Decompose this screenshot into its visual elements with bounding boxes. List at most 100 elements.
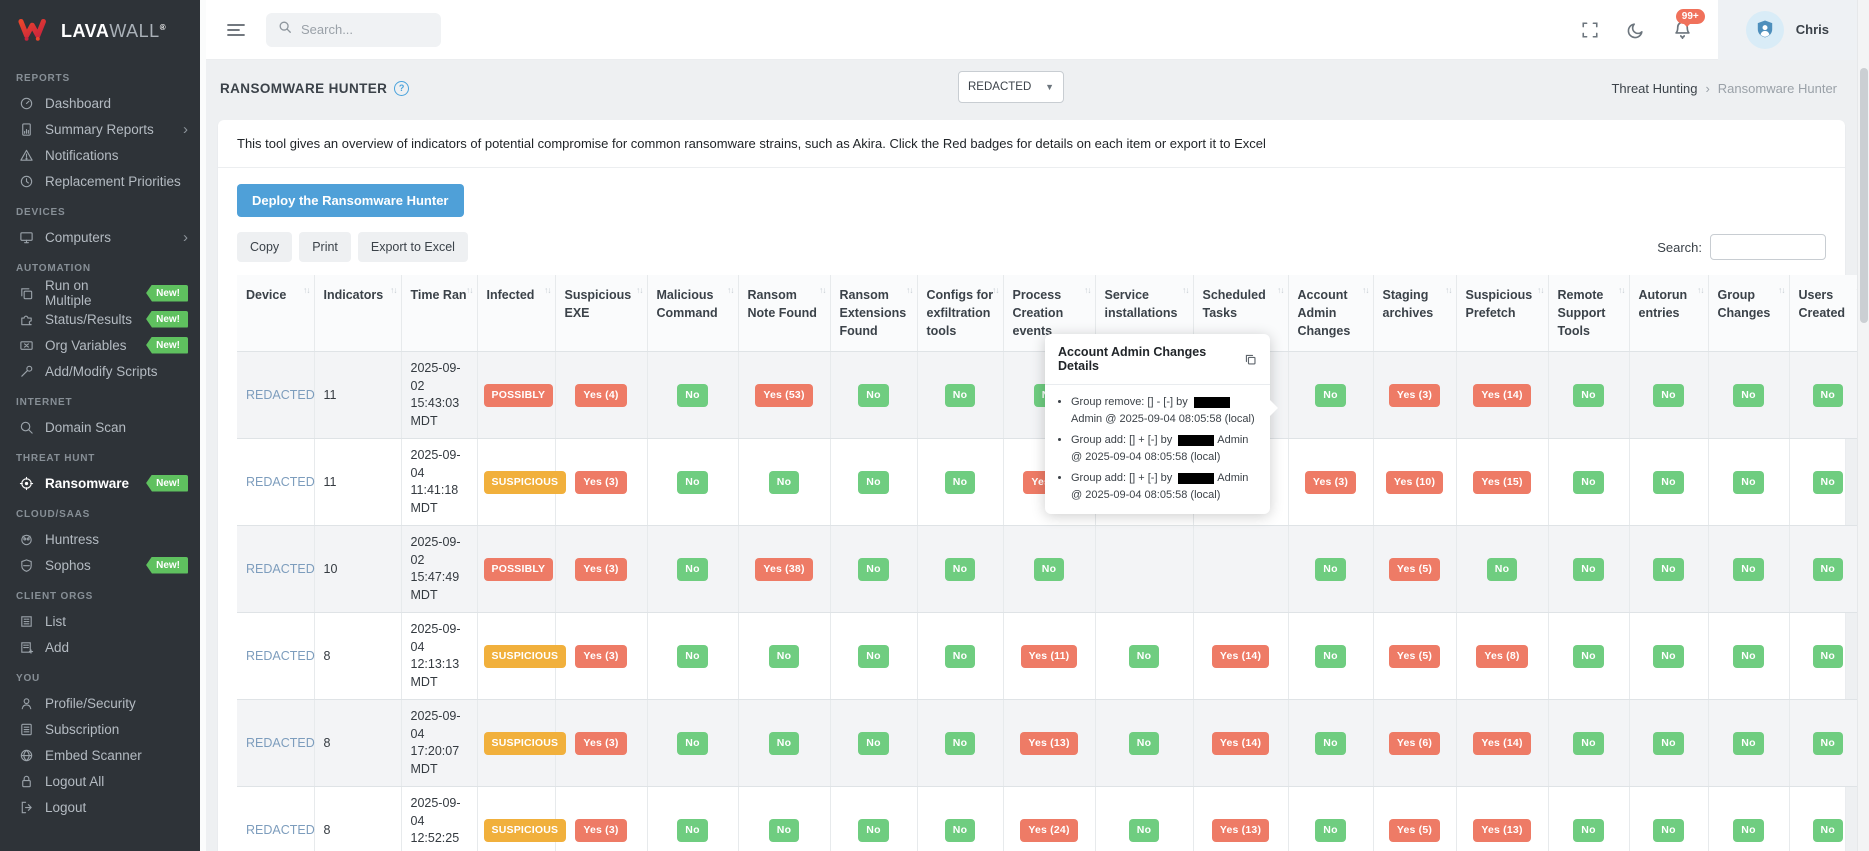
status-badge[interactable]: No	[1812, 819, 1843, 842]
sort-icon[interactable]: ↑↓	[1445, 284, 1452, 296]
copy-icon[interactable]	[1244, 353, 1257, 366]
sidebar-item-subscription[interactable]: Subscription	[0, 716, 200, 742]
sidebar-item-logout[interactable]: Logout	[0, 794, 200, 820]
column-header-time-ran[interactable]: Time Ran ↑↓	[401, 275, 478, 353]
dark-mode-moon-icon[interactable]	[1627, 21, 1645, 39]
device-link[interactable]: REDACTED	[246, 649, 315, 663]
status-badge[interactable]: No	[944, 819, 976, 842]
sort-icon[interactable]: ↑↓	[1084, 284, 1091, 296]
column-header-users-created[interactable]: Users Created↑↓	[1789, 275, 1866, 353]
notifications-bell-icon[interactable]: 99+	[1673, 9, 1705, 39]
sort-icon[interactable]: ↑↓	[636, 284, 643, 296]
sidebar-item-huntress[interactable]: Huntress	[0, 526, 200, 552]
status-badge[interactable]: Yes (3)	[575, 471, 627, 494]
status-badge[interactable]: No	[944, 471, 976, 494]
status-badge[interactable]: Yes (14)	[1211, 732, 1270, 755]
status-badge[interactable]: No	[858, 471, 889, 494]
page-scrollbar[interactable]	[1857, 0, 1869, 851]
sidebar-item-notifications[interactable]: Notifications	[0, 142, 200, 168]
sidebar-item-replacement-priorities[interactable]: Replacement Priorities	[0, 168, 200, 194]
status-badge[interactable]: No	[1733, 558, 1764, 581]
status-badge[interactable]: SUSPICIOUS	[483, 819, 567, 842]
sidebar-item-org-variables[interactable]: Org Variables New!	[0, 332, 200, 358]
sidebar-scrollbar[interactable]	[200, 0, 206, 851]
sidebar-item-dashboard[interactable]: Dashboard	[0, 90, 200, 116]
status-badge[interactable]: No	[1315, 819, 1346, 842]
status-badge[interactable]: No	[1315, 384, 1346, 407]
sort-icon[interactable]: ↑↓	[727, 284, 734, 296]
sidebar-item-list[interactable]: List	[0, 608, 200, 634]
sort-icon[interactable]: ↑↓	[906, 284, 913, 296]
status-badge[interactable]: SUSPICIOUS	[483, 732, 567, 755]
status-badge[interactable]: No	[1573, 819, 1604, 842]
device-link[interactable]: REDACTED	[246, 475, 315, 489]
status-badge[interactable]: No	[1573, 384, 1604, 407]
status-badge[interactable]: Yes (13)	[1473, 819, 1531, 842]
status-badge[interactable]: Yes (6)	[1388, 732, 1441, 755]
status-badge[interactable]: No	[677, 471, 708, 494]
table-search-input[interactable]	[1710, 234, 1826, 260]
column-header-malicious-command[interactable]: Malicious Command ↑↓	[647, 275, 739, 353]
status-badge[interactable]: No	[944, 558, 976, 581]
sort-icon[interactable]: ↑↓	[1362, 284, 1369, 296]
column-header-remote-support-tools[interactable]: Remote Support Tools ↑↓	[1548, 275, 1630, 353]
status-badge[interactable]: No	[858, 645, 889, 668]
breadcrumb-threat-hunting[interactable]: Threat Hunting	[1611, 81, 1697, 96]
sort-icon[interactable]: ↑↓	[1618, 284, 1625, 296]
sidebar-item-add[interactable]: Add	[0, 634, 200, 660]
status-badge[interactable]: SUSPICIOUS	[483, 471, 567, 494]
status-badge[interactable]: No	[1812, 471, 1843, 494]
status-badge[interactable]: Yes (3)	[1304, 471, 1357, 494]
status-badge[interactable]: Yes (5)	[1388, 645, 1441, 668]
column-header-device[interactable]: Device ↑↓	[237, 275, 315, 353]
status-badge[interactable]: No	[1128, 732, 1160, 755]
fullscreen-icon[interactable]	[1581, 21, 1599, 39]
status-badge[interactable]: POSSIBLY	[483, 558, 554, 581]
status-badge[interactable]: Yes (11)	[1020, 645, 1078, 668]
sidebar-item-embed-scanner[interactable]: Embed Scanner	[0, 742, 200, 768]
device-link[interactable]: REDACTED	[246, 562, 315, 576]
status-badge[interactable]: Yes (3)	[575, 645, 627, 668]
status-badge[interactable]: No	[1733, 384, 1764, 407]
column-header-indicators[interactable]: Indicators ↑↓	[314, 275, 402, 353]
sort-icon[interactable]: ↑↓	[544, 284, 551, 296]
sidebar-item-logout-all[interactable]: Logout All	[0, 768, 200, 794]
sidebar-item-status-results[interactable]: Status/Results New!	[0, 306, 200, 332]
status-badge[interactable]: No	[1733, 819, 1764, 842]
status-badge[interactable]: No	[677, 384, 708, 407]
sort-icon[interactable]: ↑↓	[466, 284, 473, 296]
sort-icon[interactable]: ↑↓	[1277, 284, 1284, 296]
status-badge[interactable]: No	[1315, 645, 1346, 668]
device-link[interactable]: REDACTED	[246, 736, 315, 750]
status-badge[interactable]: No	[1128, 645, 1160, 668]
status-badge[interactable]: No	[677, 645, 708, 668]
status-badge[interactable]: No	[1733, 645, 1764, 668]
device-link[interactable]: REDACTED	[246, 388, 315, 402]
sidebar-item-add-modify-scripts[interactable]: Add/Modify Scripts	[0, 358, 200, 384]
copy-button[interactable]: Copy	[237, 232, 293, 262]
sort-icon[interactable]: ↑↓	[1697, 284, 1704, 296]
status-badge[interactable]: No	[1812, 732, 1843, 755]
status-badge[interactable]: No	[1653, 384, 1684, 407]
status-badge[interactable]: No	[1573, 471, 1604, 494]
device-link[interactable]: REDACTED	[246, 823, 315, 837]
column-header-ransom-extensions-found[interactable]: Ransom Extensions Found ↑↓	[830, 275, 918, 353]
column-header-account-admin-changes[interactable]: Account Admin Changes ↑↓	[1288, 275, 1374, 353]
status-badge[interactable]: No	[1315, 732, 1346, 755]
status-badge[interactable]: No	[1573, 558, 1604, 581]
status-badge[interactable]: Yes (8)	[1476, 645, 1528, 668]
column-header-ransom-note-found[interactable]: Ransom Note Found ↑↓	[738, 275, 831, 353]
status-badge[interactable]: No	[677, 819, 708, 842]
status-badge[interactable]: No	[1812, 558, 1843, 581]
status-badge[interactable]: No	[1812, 384, 1843, 407]
column-header-autorun-entries[interactable]: Autorun entries ↑↓	[1629, 275, 1709, 353]
sort-icon[interactable]: ↑↓	[1537, 284, 1544, 296]
status-badge[interactable]: No	[768, 645, 800, 668]
status-badge[interactable]: Yes (3)	[575, 819, 627, 842]
status-badge[interactable]: No	[1653, 645, 1684, 668]
sort-icon[interactable]: ↑↓	[303, 284, 310, 296]
status-badge[interactable]: Yes (3)	[575, 732, 627, 755]
status-badge[interactable]: Yes (53)	[755, 384, 813, 407]
sort-icon[interactable]: ↑↓	[819, 284, 826, 296]
status-badge[interactable]: No	[677, 558, 708, 581]
